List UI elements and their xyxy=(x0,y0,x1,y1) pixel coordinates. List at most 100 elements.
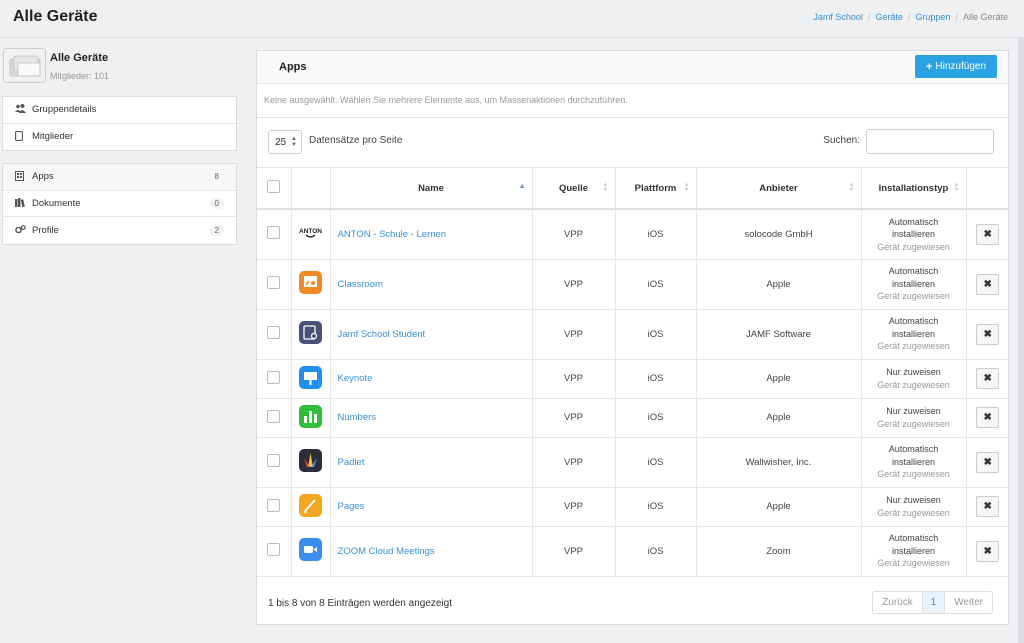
menu-item-apps[interactable]: Apps 8 xyxy=(3,164,236,191)
pagination-page-1[interactable]: 1 xyxy=(922,592,946,613)
app-name-link[interactable]: Classroom xyxy=(338,279,383,290)
row-checkbox[interactable] xyxy=(267,370,281,384)
table-row: ZOOM Cloud Meetings VPP iOS Zoom Automatisch… xyxy=(257,526,1009,577)
remove-app-button[interactable]: ✖ xyxy=(976,540,1000,562)
remove-app-button[interactable]: ✖ xyxy=(976,451,1000,473)
sort-asc-icon: ▲ xyxy=(518,183,526,190)
zoom-icon xyxy=(299,538,322,561)
app-icon-cell xyxy=(291,259,331,310)
page-scrollbar[interactable] xyxy=(1018,38,1024,643)
remove-app-button[interactable]: ✖ xyxy=(976,273,1000,295)
header-icon xyxy=(291,168,331,210)
breadcrumb-geraete[interactable]: Geräte xyxy=(875,12,903,22)
app-vendor: solocode GmbH xyxy=(696,209,862,260)
row-checkbox[interactable] xyxy=(267,226,281,240)
app-assignment: Gerät zugewiesen xyxy=(877,379,950,390)
row-select-cell xyxy=(257,209,292,260)
app-vendor: Apple xyxy=(696,398,862,438)
svg-text:ANTON: ANTON xyxy=(299,228,322,235)
app-name-link[interactable]: Padlet xyxy=(338,457,365,468)
header-vendor[interactable]: Anbieter ▲ ▼ xyxy=(696,168,862,210)
select-all-cell xyxy=(257,168,292,210)
app-install-type: Automatisch installieren xyxy=(888,266,939,289)
app-name-link[interactable]: Pages xyxy=(338,501,365,512)
menu-item-dokumente[interactable]: Dokumente 0 xyxy=(3,191,236,217)
users-icon xyxy=(15,104,27,115)
app-source: VPP xyxy=(532,526,616,577)
row-action-cell: ✖ xyxy=(966,487,1009,527)
row-select-cell xyxy=(257,398,292,438)
app-install-type-cell: Automatisch installieren Gerät zugewiesen xyxy=(861,259,967,310)
row-checkbox[interactable] xyxy=(267,326,281,339)
numbers-icon xyxy=(299,404,322,428)
app-install-type-cell: Nur zuweisen Gerät zugewiesen xyxy=(861,398,967,438)
app-name-cell: ZOOM Cloud Meetings xyxy=(330,526,533,577)
close-icon: ✖ xyxy=(983,412,992,423)
app-name-link[interactable]: Keynote xyxy=(338,373,373,384)
app-install-type-cell: Nur zuweisen Gerät zugewiesen xyxy=(861,359,967,399)
pagination-prev[interactable]: Zurück xyxy=(873,592,923,613)
remove-app-button[interactable]: ✖ xyxy=(976,368,1000,389)
search-input[interactable] xyxy=(866,129,994,154)
tablet-icon xyxy=(15,130,27,143)
remove-app-button[interactable]: ✖ xyxy=(976,323,1000,345)
app-assignment: Gerät zugewiesen xyxy=(877,507,950,518)
apps-panel-title: Apps xyxy=(279,61,307,73)
app-source: VPP xyxy=(532,487,616,527)
row-action-cell: ✖ xyxy=(966,526,1009,577)
app-icon-cell xyxy=(291,309,331,360)
remove-app-button[interactable]: ✖ xyxy=(976,223,1000,245)
header-source[interactable]: Quelle ▲ ▼ xyxy=(532,168,616,210)
pages-icon xyxy=(299,493,322,517)
row-select-cell xyxy=(257,259,292,310)
select-arrows-icon: ▲ ▼ xyxy=(291,136,297,148)
table-row: Keynote VPP iOS Apple Nur zuweisen Gerät zuge… xyxy=(257,359,1009,399)
row-select-cell xyxy=(257,309,292,360)
row-checkbox[interactable] xyxy=(267,454,281,467)
select-all-checkbox[interactable] xyxy=(267,180,281,193)
menu-item-gruppendetails[interactable]: Gruppendetails xyxy=(3,97,236,124)
group-members-count: Mitglieder: 101 xyxy=(50,71,110,81)
app-assignment: Gerät zugewiesen xyxy=(877,341,950,352)
plus-icon: + xyxy=(925,60,933,73)
app-install-type: Nur zuweisen xyxy=(886,367,941,377)
keynote-icon xyxy=(299,365,322,389)
add-button-label: Hinzufügen xyxy=(935,61,987,72)
header-platform[interactable]: Plattform ▲ ▼ xyxy=(615,168,697,210)
row-checkbox[interactable] xyxy=(267,409,281,423)
page-size-value: 25 xyxy=(275,137,287,148)
page-size-select[interactable]: 25 ▲ ▼ xyxy=(268,130,302,154)
pagination-next[interactable]: Weiter xyxy=(945,592,992,613)
breadcrumb-separator: / xyxy=(907,12,911,22)
menu-item-profile[interactable]: Profile 2 xyxy=(3,217,236,244)
close-icon: ✖ xyxy=(983,501,992,512)
row-action-cell: ✖ xyxy=(966,209,1009,260)
close-icon: ✖ xyxy=(983,373,992,384)
app-name-link[interactable]: Numbers xyxy=(338,412,377,423)
app-name-link[interactable]: Jamf School Student xyxy=(338,329,426,340)
app-assignment: Gerät zugewiesen xyxy=(877,241,950,252)
breadcrumb-jamf-school[interactable]: Jamf School xyxy=(813,12,863,22)
app-name-link[interactable]: ANTON - Schule - Lernen xyxy=(338,229,447,240)
menu-item-mitglieder[interactable]: Mitglieder xyxy=(3,124,236,151)
header-name[interactable]: Name ▲ xyxy=(330,168,533,210)
header-install-type[interactable]: Installationstyp ▲ ▼ xyxy=(861,168,967,210)
table-row: ANTON ANTON - Schule - Lernen VPP iOS soloco… xyxy=(257,209,1009,260)
row-checkbox[interactable] xyxy=(267,276,281,289)
app-icon-cell xyxy=(291,359,331,399)
row-checkbox[interactable] xyxy=(267,498,281,512)
remove-app-button[interactable]: ✖ xyxy=(976,407,1000,428)
remove-app-button[interactable]: ✖ xyxy=(976,496,1000,517)
top-bar: Alle Geräte Jamf School / Geräte / Grupp… xyxy=(0,0,1024,38)
close-icon: ✖ xyxy=(983,278,992,290)
table-header-row: Name ▲ Quelle ▲ ▼ Plattform ▲ ▼ Anbieter ▲ ▼ In… xyxy=(257,168,1009,210)
app-assignment: Gerät zugewiesen xyxy=(877,291,950,302)
row-checkbox[interactable] xyxy=(267,543,281,556)
add-button[interactable]: + Hinzufügen xyxy=(915,55,997,78)
gears-icon xyxy=(15,224,27,236)
app-name-link[interactable]: ZOOM Cloud Meetings xyxy=(338,546,435,557)
classroom-icon xyxy=(299,271,322,294)
app-assignment: Gerät zugewiesen xyxy=(877,418,950,429)
app-install-type: Automatisch installieren xyxy=(888,316,939,339)
breadcrumb-gruppen[interactable]: Gruppen xyxy=(915,12,950,22)
